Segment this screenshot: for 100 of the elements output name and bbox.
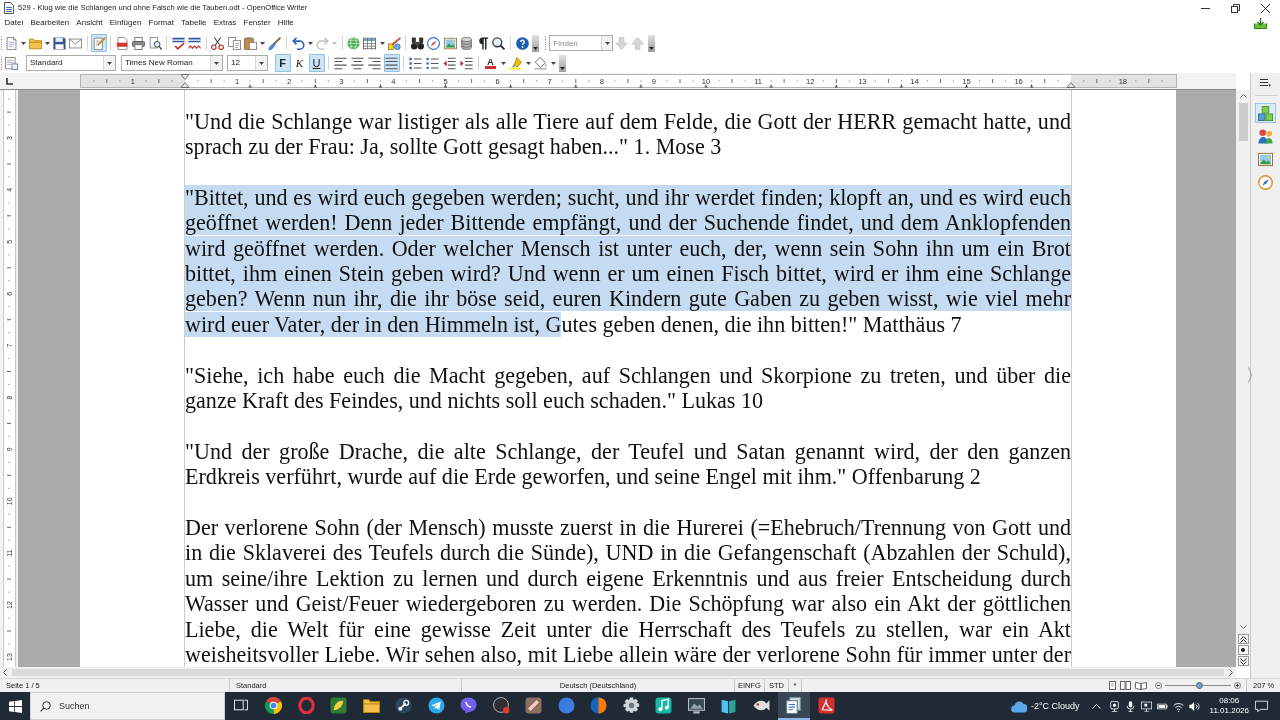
find-combobox[interactable]: Finden [549, 35, 614, 51]
sidebar-tab[interactable] [1255, 126, 1276, 146]
chevron-right-icon[interactable] [1229, 669, 1233, 676]
zoom-slider-thumb[interactable] [1196, 682, 1204, 689]
clock-time[interactable]: 08:06 [1209, 696, 1249, 706]
find-field[interactable]: Finden [553, 37, 602, 49]
indent-marker[interactable] [1066, 82, 1076, 88]
previous-page-button[interactable] [1237, 634, 1249, 644]
menu-item[interactable]: Ansicht [72, 18, 107, 28]
download-tray-icon[interactable] [1254, 17, 1267, 29]
chevron-left-icon[interactable] [3, 669, 7, 676]
clone-formatting-button[interactable] [266, 34, 283, 52]
help-button[interactable] [514, 34, 531, 52]
sidebar-tab[interactable] [1255, 172, 1276, 192]
horizontal-scrollbar[interactable] [0, 667, 1236, 678]
tab-stop-marker[interactable] [638, 84, 643, 88]
underline-button[interactable]: U [308, 54, 325, 72]
caret-icon[interactable] [379, 41, 385, 45]
wifi-icon[interactable] [1173, 700, 1185, 712]
toolbar-overflow-button[interactable] [647, 34, 655, 52]
tab-stop-marker[interactable] [248, 84, 253, 88]
tab-stop-marker[interactable] [508, 84, 513, 88]
tab-stop-marker[interactable] [443, 84, 448, 88]
speaker-icon[interactable] [1189, 700, 1201, 712]
caret-icon[interactable] [525, 61, 531, 65]
styles-button[interactable] [3, 54, 20, 72]
search-field[interactable]: Suchen [59, 700, 119, 712]
paste-button[interactable] [242, 34, 259, 52]
cut-button[interactable] [209, 34, 226, 52]
two-pages-view-button[interactable] [1118, 680, 1133, 691]
toolbar-overflow-button[interactable] [559, 54, 566, 72]
dropdown-button[interactable] [210, 56, 222, 70]
tab-stop-marker[interactable] [769, 84, 774, 88]
monitor-icon[interactable] [1141, 700, 1153, 712]
weather-text[interactable]: -2°C Cloudy [1030, 700, 1080, 712]
tab-type-button[interactable] [3, 75, 15, 87]
zoom-out-icon[interactable] [1155, 682, 1162, 689]
tab-stop-marker[interactable] [964, 84, 969, 88]
navigation-button[interactable] [1237, 645, 1249, 655]
menu-item[interactable]: Fenster [239, 18, 275, 28]
tab-stop-marker[interactable] [573, 84, 578, 88]
caret-icon[interactable] [20, 41, 26, 45]
justify-button[interactable] [383, 54, 400, 72]
menu-item[interactable]: Bearbeiten [26, 18, 73, 28]
tab-stop-marker[interactable] [313, 84, 318, 88]
battery-icon[interactable] [1157, 700, 1169, 712]
caret-icon[interactable] [45, 41, 51, 45]
microphone-icon[interactable] [1125, 700, 1137, 712]
taskbar-app-button[interactable] [777, 692, 810, 720]
edit-mode-button[interactable] [91, 34, 108, 52]
toolbar-grip[interactable] [544, 35, 548, 51]
caret-icon[interactable] [307, 41, 313, 45]
background-color-button[interactable] [532, 54, 549, 72]
zoom-slider[interactable] [1165, 681, 1231, 690]
copy-button[interactable] [226, 34, 243, 52]
toolbar-overflow-button[interactable] [532, 34, 540, 52]
tab-stop-marker[interactable] [378, 84, 383, 88]
find-replace-button[interactable] [409, 34, 426, 52]
webcam-icon[interactable] [1109, 700, 1121, 712]
book-view-button[interactable] [1133, 680, 1149, 691]
scrollbar-thumb[interactable] [1238, 103, 1248, 141]
sidebar-tab[interactable] [1255, 103, 1276, 123]
paragraph-style-combobox[interactable]: Standard [26, 55, 116, 71]
menu-item[interactable]: Hilfe [274, 18, 298, 28]
menu-item[interactable]: Extras [210, 18, 240, 28]
next-page-button[interactable] [1237, 656, 1249, 666]
zoom-button[interactable] [490, 34, 507, 52]
single-page-view-button[interactable] [1107, 680, 1118, 691]
tab-stop-marker[interactable] [1029, 84, 1034, 88]
menu-item[interactable]: Tabelle [177, 18, 211, 28]
font-color-button[interactable]: A [482, 54, 499, 72]
indent-marker[interactable] [180, 74, 190, 88]
print-button[interactable] [130, 34, 147, 52]
navigator-button[interactable] [425, 34, 442, 52]
clock-date[interactable]: 11.01.2026 [1209, 706, 1249, 716]
menu-item[interactable]: Einfügen [106, 18, 145, 28]
export-pdf-button[interactable] [114, 34, 131, 52]
bold-button[interactable]: F [274, 54, 291, 72]
dropdown-button[interactable] [103, 56, 115, 70]
italic-button[interactable]: K [291, 54, 308, 72]
draw-functions-button[interactable] [386, 34, 403, 52]
font-name-combobox[interactable]: Times New Roman [121, 55, 223, 71]
menu-item[interactable]: Datei [1, 18, 27, 28]
caret-icon[interactable] [260, 41, 266, 45]
chevron-down-icon[interactable] [1239, 625, 1247, 629]
sidebar-menu-button[interactable] [1257, 77, 1274, 89]
notification-icon[interactable] [1255, 699, 1268, 713]
font-size-combobox[interactable]: 12 [227, 55, 268, 71]
zoom-in-icon[interactable] [1234, 682, 1241, 689]
dropdown-button[interactable] [255, 56, 267, 70]
tab-stop-marker[interactable] [899, 84, 904, 88]
tab-stop-marker[interactable] [834, 84, 839, 88]
tab-stop-marker[interactable] [704, 84, 708, 88]
caret-icon[interactable] [500, 61, 506, 65]
toolbar-grip[interactable] [0, 55, 3, 71]
data-sources-button[interactable] [458, 34, 475, 52]
save-button[interactable] [51, 34, 68, 52]
menu-item[interactable]: Format [144, 18, 178, 28]
sidebar-collapse-handle[interactable] [1248, 367, 1252, 383]
search-box[interactable]: Suchen [30, 692, 225, 720]
